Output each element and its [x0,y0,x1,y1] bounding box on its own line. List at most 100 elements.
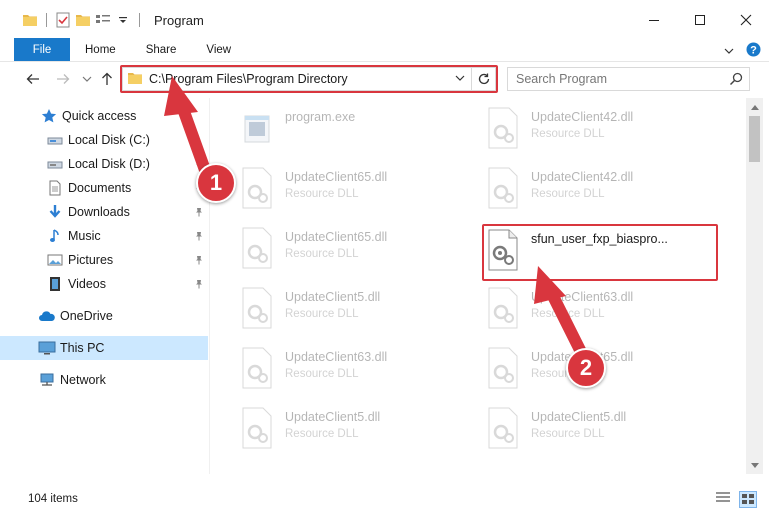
dll-icon [237,166,277,210]
sidebar-item-videos[interactable]: Videos [0,272,208,296]
dll-icon [483,106,523,150]
view-options-icon[interactable] [95,12,111,28]
file-type: Resource DLL [531,128,605,140]
sidebar-item-music[interactable]: Music [0,224,208,248]
help-icon[interactable]: ? [746,42,761,60]
vertical-scrollbar[interactable] [746,98,763,474]
file-type: Resource DLL [285,188,359,200]
videos-icon [46,275,64,293]
tab-file[interactable]: File [14,38,70,61]
list-item[interactable]: UpdateClient5.dll Resource DLL [237,284,477,336]
navigation-pane: Quick access Local Disk (C:) Local Disk … [0,98,210,474]
minimize-button[interactable] [631,0,677,40]
navigation-bar: C:\Program Files\Program Directory [0,62,769,98]
address-bar[interactable]: C:\Program Files\Program Directory [122,67,496,91]
file-name: UpdateClient5.dll [285,290,381,304]
download-icon [46,203,64,221]
address-dropdown-icon[interactable] [455,72,465,86]
sidebar-item-quick-access[interactable]: Quick access [0,104,208,128]
forward-button[interactable] [54,70,72,88]
quick-access-toolbar [22,12,144,28]
pin-icon[interactable] [194,230,204,244]
pin-icon[interactable] [194,278,204,292]
sidebar-item-documents[interactable]: Documents [0,176,208,200]
sidebar-item-label: Music [68,229,101,243]
properties-icon[interactable] [55,12,71,28]
file-name: UpdateClient42.dll [531,170,634,184]
step-2-badge: 2 [566,348,606,388]
toolbar-separator [139,13,140,27]
drive-icon [46,131,64,149]
documents-icon [46,179,64,197]
item-count: 104 items [28,493,78,505]
folder-icon[interactable] [22,12,38,28]
view-toggle [715,491,757,508]
network-icon [38,371,56,389]
folder-icon [127,71,143,88]
svg-text:?: ? [750,45,757,57]
pc-icon [38,339,56,357]
back-button[interactable] [24,70,42,88]
list-item[interactable]: UpdateClient63.dll Resource DLL [483,284,723,336]
list-item[interactable]: UpdateClient42.dll Resource DLL [483,164,723,216]
file-type: Resource DLL [285,368,359,380]
recent-locations-button[interactable] [78,70,96,88]
sidebar-item-local-disk-d[interactable]: Local Disk (D:) [0,152,208,176]
ribbon-right-controls: ? [724,42,761,60]
tab-view[interactable]: View [191,38,246,61]
scroll-down-icon[interactable] [746,457,763,474]
list-item[interactable]: UpdateClient42.dll Resource DLL [483,104,723,156]
drive-icon [46,155,64,173]
list-item[interactable]: program.exe [237,104,477,156]
customize-toolbar-icon[interactable] [115,12,131,28]
new-folder-icon[interactable] [75,12,91,28]
scroll-up-icon[interactable] [746,98,763,115]
list-item-selected[interactable]: sfun_user_fxp_biaspro... [483,226,723,278]
dll-icon [237,406,277,450]
sidebar-item-label: Quick access [62,109,137,123]
up-button[interactable] [98,70,116,88]
step-1-badge: 1 [196,163,236,203]
pin-icon[interactable] [194,254,204,268]
search-icon[interactable] [729,72,743,89]
sidebar-item-label: OneDrive [60,309,113,323]
sidebar-item-onedrive[interactable]: OneDrive [0,304,208,328]
large-icons-view-icon[interactable] [739,491,757,508]
file-name: UpdateClient63.dll [531,290,634,304]
file-type: Resource DLL [531,188,605,200]
file-type: Resource DLL [285,428,359,440]
file-type: Resource DLL [285,248,359,260]
sidebar-item-downloads[interactable]: Downloads [0,200,208,224]
sidebar-item-label: Local Disk (D:) [68,157,150,171]
sidebar-item-network[interactable]: Network [0,368,208,392]
exe-icon [237,106,277,150]
maximize-button[interactable] [677,0,723,40]
list-item[interactable]: UpdateClient5.dll Resource DLL [237,404,477,456]
dll-icon [483,286,523,330]
file-type: Resource DLL [531,308,605,320]
sidebar-item-pictures[interactable]: Pictures [0,248,208,272]
search-box[interactable] [507,67,750,91]
close-button[interactable] [723,0,769,40]
pin-icon[interactable] [194,206,204,220]
list-item[interactable]: UpdateClient5.dll Resource DLL [483,404,723,456]
tab-share[interactable]: Share [131,38,192,61]
scrollbar-thumb[interactable] [749,116,760,162]
address-path[interactable]: C:\Program Files\Program Directory [149,72,348,86]
toolbar-separator [46,13,47,27]
cloud-icon [38,307,56,325]
expand-ribbon-icon[interactable] [724,44,734,58]
dll-icon [237,286,277,330]
list-item[interactable]: UpdateClient63.dll Resource DLL [237,344,477,396]
sidebar-item-local-disk-c[interactable]: Local Disk (C:) [0,128,208,152]
list-item[interactable]: UpdateClient65.dll Resource DLL [237,164,477,216]
file-name: UpdateClient5.dll [531,410,627,424]
sidebar-item-this-pc[interactable]: This PC [0,336,208,360]
sidebar-item-label: Downloads [68,205,130,219]
refresh-button[interactable] [471,68,495,90]
details-view-icon[interactable] [715,491,731,508]
search-input[interactable] [508,72,718,86]
file-type: Resource DLL [531,428,605,440]
list-item[interactable]: UpdateClient65.dll Resource DLL [237,224,477,276]
tab-home[interactable]: Home [70,38,131,61]
